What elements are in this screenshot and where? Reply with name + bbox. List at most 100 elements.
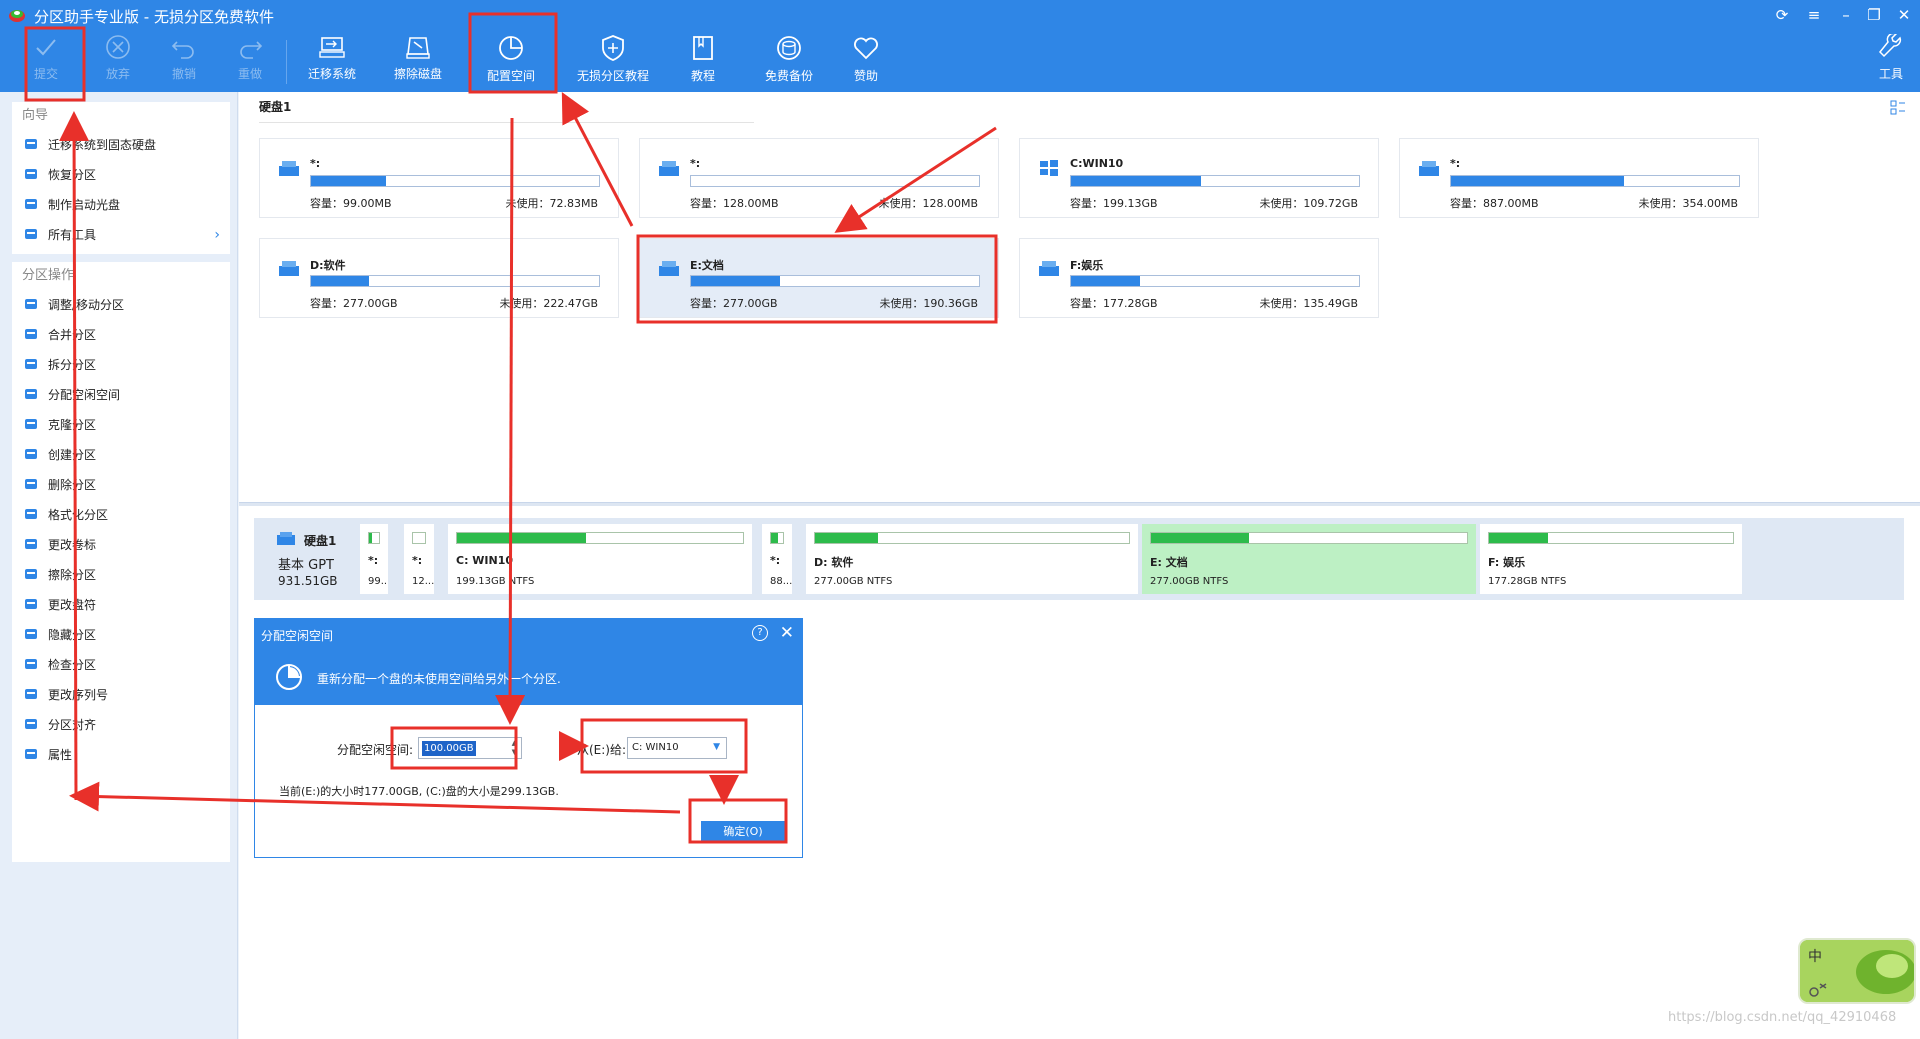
migrate-os-button[interactable]: 迁移系统 bbox=[302, 34, 362, 88]
menu-icon[interactable]: ≡ bbox=[1800, 4, 1828, 26]
drive-icon bbox=[1419, 161, 1439, 176]
view-toggle-icon[interactable] bbox=[1890, 100, 1906, 116]
partition-capacity: 容量：199.13GB bbox=[1070, 197, 1158, 210]
partition-name: D:软件 bbox=[310, 259, 346, 272]
partition-op-item[interactable]: 分区对齐 bbox=[12, 710, 230, 740]
toolbar-separator bbox=[286, 40, 287, 84]
space-amount-value[interactable]: 100.00GB bbox=[422, 741, 476, 756]
segment-name: *: bbox=[368, 554, 379, 567]
partition-card[interactable]: E:文档 容量：277.00GB 未使用：190.36GB bbox=[639, 238, 999, 318]
partition-op-item-label: 格式化分区 bbox=[48, 508, 109, 522]
wizard-list: 迁移系统到固态硬盘 恢复分区制作启动光盘所有工具 › bbox=[12, 130, 230, 250]
partition-op-item[interactable]: 克隆分区 bbox=[12, 410, 230, 440]
partition-segment[interactable]: F: 娱乐 177.28GB NTFS bbox=[1480, 524, 1742, 594]
check-icon bbox=[36, 39, 56, 56]
partition-op-item[interactable]: 创建分区 bbox=[12, 440, 230, 470]
ok-button[interactable]: 确定(O) bbox=[701, 821, 785, 843]
wizard-item[interactable]: 恢复分区 bbox=[12, 160, 230, 190]
commit-button[interactable]: 提交 bbox=[22, 34, 70, 88]
close-button[interactable]: ✕ bbox=[1890, 4, 1918, 26]
space-amount-stepper[interactable]: 100.00GB ▲ ▼ bbox=[418, 737, 522, 759]
partition-ops-heading: 分区操作 bbox=[22, 268, 75, 283]
partition-segment[interactable]: C: WIN10 199.13GB NTFS bbox=[448, 524, 752, 594]
partition-op-item[interactable]: 格式化分区 bbox=[12, 500, 230, 530]
wizard-item-label: 制作启动光盘 bbox=[48, 198, 121, 212]
partition-op-item[interactable]: 检查分区 bbox=[12, 650, 230, 680]
partition-op-item[interactable]: 拆分分区 bbox=[12, 350, 230, 380]
partition-op-item[interactable]: 更改盘符 bbox=[12, 590, 230, 620]
allocate-space-button[interactable]: 配置空间 bbox=[478, 34, 544, 88]
ime-widget[interactable]: 中 bbox=[1798, 938, 1916, 1004]
disk-name: 硬盘1 bbox=[304, 534, 337, 548]
refresh-icon[interactable]: ⟳ bbox=[1768, 4, 1796, 26]
partition-card[interactable]: D:软件容量：277.00GB 未使用：222.47GB bbox=[259, 238, 619, 318]
segment-usage-bar bbox=[368, 532, 380, 544]
minimize-button[interactable]: – bbox=[1832, 4, 1860, 26]
disk-drive-icon bbox=[277, 532, 295, 545]
partition-op-item[interactable]: 更改卷标 bbox=[12, 530, 230, 560]
backup-icon bbox=[777, 36, 801, 60]
partition-card[interactable]: F:娱乐 容量：177.28GB 未使用：135.49GB bbox=[1019, 238, 1379, 318]
partition-op-item[interactable]: 隐藏分区 bbox=[12, 620, 230, 650]
segment-usage-bar bbox=[1150, 532, 1468, 544]
partition-op-item[interactable]: 合并分区 bbox=[12, 320, 230, 350]
partition-op-item[interactable]: 分配空闲空间 bbox=[12, 380, 230, 410]
donate-button[interactable]: 赞助 bbox=[842, 34, 890, 88]
tools-button[interactable]: 工具 bbox=[1870, 34, 1912, 88]
partition-segment[interactable]: *: 12... bbox=[404, 524, 434, 594]
target-partition-select[interactable]: C: WIN10 ▼ bbox=[627, 737, 727, 759]
usage-bar bbox=[1450, 175, 1740, 187]
partition-op-item[interactable]: 属性 bbox=[12, 740, 230, 770]
restore-button[interactable]: ❐ bbox=[1860, 4, 1888, 26]
segment-info: 99... bbox=[368, 576, 388, 587]
partition-card[interactable]: *: 容量：887.00MB 未使用：354.00MB bbox=[1399, 138, 1759, 218]
partition-op-item[interactable]: 擦除分区 bbox=[12, 560, 230, 590]
usage-bar-fill bbox=[1071, 176, 1201, 186]
stepper-up-icon[interactable]: ▲ bbox=[512, 739, 517, 747]
wizard-item[interactable]: 迁移系统到固态硬盘 bbox=[12, 130, 230, 160]
wizard-item[interactable]: 制作启动光盘 bbox=[12, 190, 230, 220]
dialog-close-icon[interactable]: ✕ bbox=[780, 623, 794, 643]
partition-capacity: 容量：277.00GB bbox=[310, 297, 398, 310]
partition-segment[interactable]: E: 文档 277.00GB NTFS bbox=[1142, 524, 1476, 594]
partition-segment[interactable]: *: 99... bbox=[360, 524, 388, 594]
resize-icon bbox=[25, 299, 37, 309]
segment-usage-fill bbox=[1151, 533, 1249, 543]
partition-op-item-label: 克隆分区 bbox=[48, 418, 97, 432]
undo-button[interactable]: 撤销 bbox=[160, 34, 208, 88]
segment-usage-fill bbox=[771, 533, 779, 543]
wizard-item[interactable]: 所有工具 › bbox=[12, 220, 230, 250]
free-backup-button[interactable]: 免费备份 bbox=[756, 34, 822, 88]
target-partition-label: 从(E:)给: bbox=[577, 743, 627, 757]
redo-button[interactable]: 重做 bbox=[226, 34, 274, 88]
help-icon[interactable]: ? bbox=[752, 625, 768, 641]
book-icon bbox=[693, 36, 713, 60]
partition-op-item[interactable]: 更改序列号 bbox=[12, 680, 230, 710]
wrench-icon bbox=[1878, 34, 1902, 58]
partition-segment[interactable]: *: 88... bbox=[762, 524, 792, 594]
segment-usage-bar bbox=[456, 532, 744, 544]
partition-ops-panel: 分区操作 调整/移动分区 合并分区拆分分区分配空闲空间克隆分区创建分区 删除分区格式… bbox=[12, 262, 230, 862]
drive-icon bbox=[279, 261, 299, 276]
partition-op-item-label: 属性 bbox=[48, 748, 73, 762]
chevron-right-icon[interactable]: › bbox=[214, 220, 220, 250]
disk-info[interactable]: 硬盘1 基本 GPT 931.51GB bbox=[254, 518, 356, 600]
partition-card[interactable]: *: 容量：99.00MB 未使用：72.83MB bbox=[259, 138, 619, 218]
partition-op-item[interactable]: 删除分区 bbox=[12, 470, 230, 500]
partition-free: 未使用：222.47GB bbox=[499, 297, 598, 310]
disk-map: 硬盘1 基本 GPT 931.51GB *: 99... *: 12... C: WIN… bbox=[254, 518, 1904, 600]
partition-segment[interactable]: D: 软件 277.00GB NTFS bbox=[806, 524, 1138, 594]
discard-button[interactable]: 放弃 bbox=[94, 34, 142, 88]
partition-card[interactable]: *: 容量：128.00MB 未使用：128.00MB bbox=[639, 138, 999, 218]
partition-op-item[interactable]: 调整/移动分区 bbox=[12, 290, 230, 320]
tutorial-button[interactable]: 教程 bbox=[676, 34, 730, 88]
partition-op-item-label: 拆分分区 bbox=[48, 358, 97, 372]
partition-capacity: 容量：887.00MB bbox=[1450, 197, 1539, 210]
partition-free: 未使用：72.83MB bbox=[505, 197, 598, 210]
lossless-tutorial-button[interactable]: 无损分区教程 bbox=[574, 34, 652, 88]
chevron-down-icon[interactable]: ▼ bbox=[713, 742, 720, 752]
partition-capacity: 容量：99.00MB bbox=[310, 197, 392, 210]
stepper-down-icon[interactable]: ▼ bbox=[512, 748, 517, 756]
partition-card[interactable]: C:WIN10 容量：199.13GB 未使用：109.72GB bbox=[1019, 138, 1379, 218]
wipe-disk-button[interactable]: 擦除磁盘 bbox=[388, 34, 448, 88]
